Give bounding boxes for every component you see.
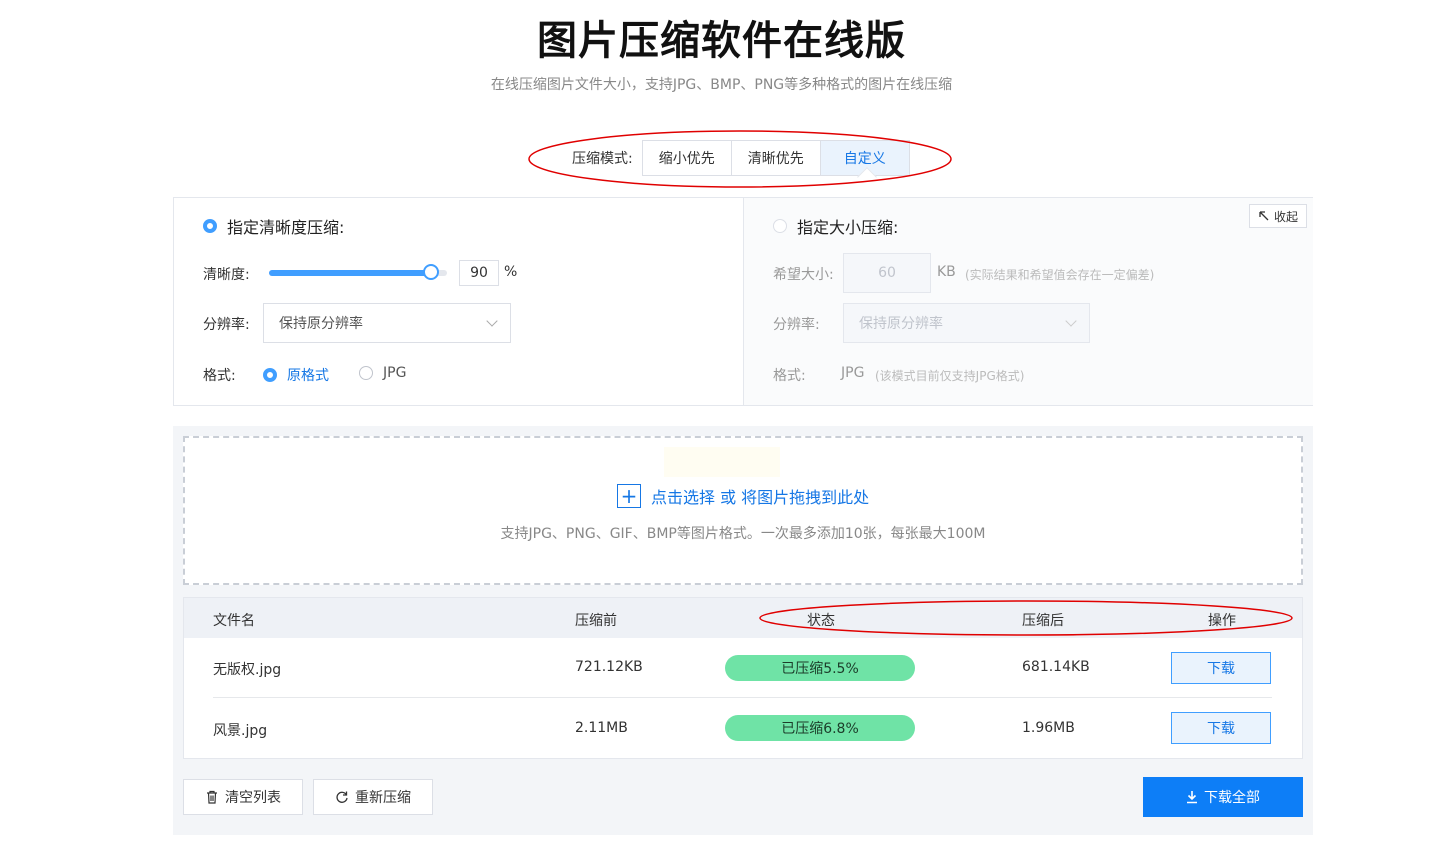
target-size-unit: KB	[937, 264, 956, 280]
column-header-after: 压缩后	[1022, 613, 1064, 629]
format-original-radio[interactable]	[263, 368, 277, 382]
clarity-label: 清晰度:	[203, 267, 250, 283]
column-header-status: 状态	[807, 613, 835, 629]
mode-option-clarity-first[interactable]: 清晰优先	[730, 140, 821, 176]
format-jpg-radio[interactable]	[359, 366, 373, 380]
chevron-down-icon	[1065, 315, 1077, 327]
column-header-filename: 文件名	[213, 613, 255, 629]
size-resolution-select[interactable]: 保持原分辨率	[843, 303, 1090, 343]
size-format-note: (该模式目前仅支持JPG格式)	[875, 369, 1025, 383]
clear-list-button[interactable]: 清空列表	[183, 779, 303, 815]
size-resolution-value: 保持原分辨率	[859, 316, 943, 332]
download-icon	[1187, 791, 1197, 804]
target-size-input[interactable]: 60	[843, 253, 931, 293]
page-subtitle: 在线压缩图片文件大小，支持JPG、BMP、PNG等多种格式的图片在线压缩	[490, 77, 953, 93]
clear-list-label: 清空列表	[225, 790, 281, 806]
row-2-before: 2.11MB	[575, 720, 628, 736]
size-resolution-label: 分辨率:	[773, 317, 820, 333]
file-table: 文件名 压缩前 状态 压缩后 操作 无版权.jpg 721.12KB 已压缩5.…	[183, 597, 1303, 759]
collapse-arrow-icon	[1259, 211, 1269, 221]
clarity-unit: %	[504, 264, 518, 280]
plus-icon: +	[617, 484, 641, 508]
row-2-status-badge: 已压缩6.8%	[725, 715, 915, 741]
size-mode-title: 指定大小压缩:	[797, 218, 899, 237]
recompress-button[interactable]: 重新压缩	[313, 779, 433, 815]
table-header: 文件名 压缩前 状态 压缩后 操作	[184, 598, 1302, 638]
download-all-label: 下载全部	[1204, 790, 1260, 806]
target-size-label: 希望大小:	[773, 267, 834, 283]
row-1-filename: 无版权.jpg	[213, 662, 282, 678]
clarity-slider-fill	[269, 270, 430, 276]
dropzone-highlight	[664, 447, 780, 477]
format-jpg-label: JPG	[383, 365, 407, 381]
resolution-select[interactable]: 保持原分辨率	[263, 303, 511, 343]
size-mode-radio[interactable]	[773, 219, 787, 233]
resolution-label: 分辨率:	[203, 317, 250, 333]
clarity-slider[interactable]	[269, 264, 447, 280]
format-option-original[interactable]: 原格式	[263, 365, 329, 385]
row-1-status-badge: 已压缩5.5%	[725, 655, 915, 681]
format-option-jpg[interactable]: JPG	[359, 365, 406, 381]
compression-mode-bar: 压缩模式: 缩小优先 清晰优先 自定义	[572, 140, 910, 176]
size-mode-option[interactable]: 指定大小压缩:	[773, 214, 898, 238]
row-1-download-button[interactable]: 下载	[1171, 652, 1271, 684]
quality-mode-title: 指定清晰度压缩:	[227, 218, 345, 237]
row-1-after: 681.14KB	[1022, 659, 1090, 675]
mode-option-shrink-first[interactable]: 缩小优先	[641, 140, 732, 176]
upload-main-text: 点击选择 或 将图片拖拽到此处	[651, 488, 870, 507]
target-size-note: (实际结果和希望值会存在一定偏差)	[965, 268, 1155, 282]
size-format-label: 格式:	[773, 368, 806, 384]
format-label: 格式:	[203, 368, 236, 384]
compression-mode-label: 压缩模式:	[572, 151, 633, 167]
collapse-button[interactable]: 收起	[1249, 204, 1307, 228]
chevron-down-icon	[486, 315, 498, 327]
column-header-before: 压缩前	[575, 613, 617, 629]
size-format-value: JPG	[841, 365, 865, 381]
resolution-select-value: 保持原分辨率	[279, 316, 363, 332]
row-2-filename: 风景.jpg	[213, 723, 268, 739]
refresh-icon	[336, 791, 348, 803]
upload-trigger[interactable]: + 点击选择 或 将图片拖拽到此处	[617, 484, 869, 508]
row-2-download-button[interactable]: 下载	[1171, 712, 1271, 744]
row-2-after: 1.96MB	[1022, 720, 1075, 736]
clarity-input[interactable]: 90	[459, 260, 499, 286]
quality-mode-radio[interactable]	[203, 219, 217, 233]
row-divider	[213, 697, 1272, 698]
quality-mode-option[interactable]: 指定清晰度压缩:	[203, 214, 344, 238]
page-title: 图片压缩软件在线版	[537, 18, 906, 64]
upload-hint: 支持JPG、PNG、GIF、BMP等图片格式。一次最多添加10张，每张最大100…	[500, 526, 986, 542]
collapse-label: 收起	[1273, 209, 1298, 224]
row-1-before: 721.12KB	[575, 659, 643, 675]
recompress-label: 重新压缩	[355, 790, 411, 806]
trash-icon	[207, 790, 217, 804]
format-original-label: 原格式	[287, 368, 329, 384]
column-header-action: 操作	[1208, 613, 1236, 629]
download-all-button[interactable]: 下载全部	[1143, 777, 1303, 817]
